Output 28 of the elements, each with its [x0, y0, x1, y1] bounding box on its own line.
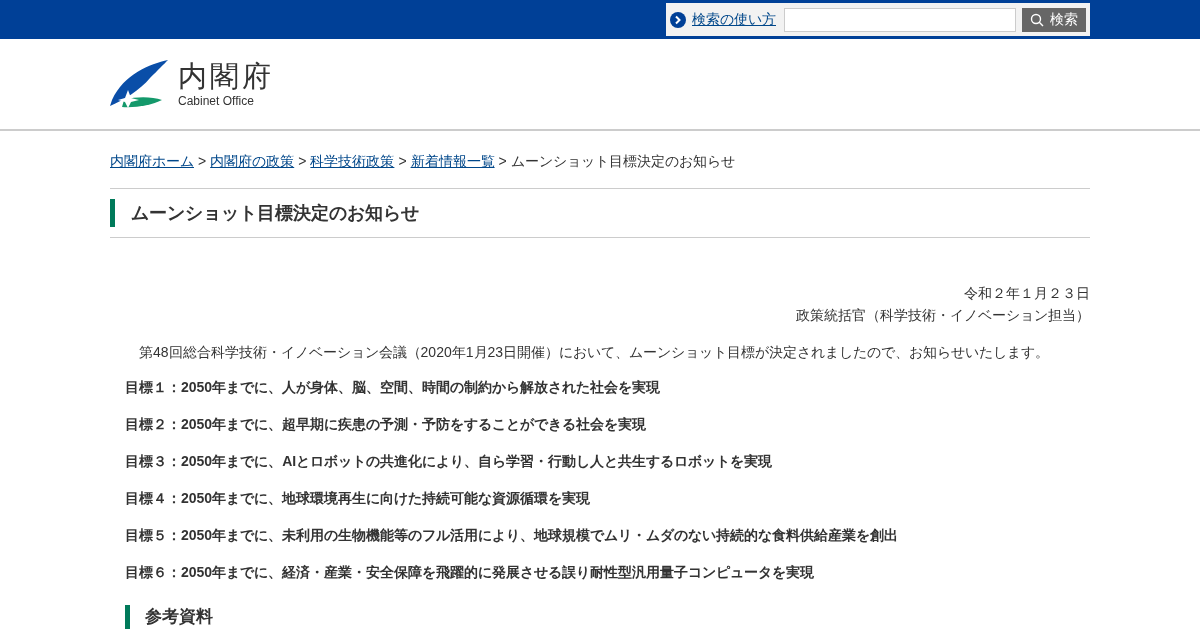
leaf-logo-icon	[110, 60, 168, 108]
search-field[interactable]	[784, 7, 1016, 32]
page-title: ムーンショット目標決定のお知らせ	[110, 199, 419, 227]
breadcrumb-link[interactable]: 新着情報一覧	[410, 153, 495, 169]
goal-item: 目標１：2050年までに、人が身体、脳、空間、時間の制約から解放された社会を実現	[125, 378, 662, 397]
search-help-link[interactable]: 検索の使い方	[692, 9, 776, 30]
goal-item: 目標５：2050年までに、未利用の生物機能等のフル活用により、地球規模でムリ・ムダのない持続的な食料供給産業を創出	[125, 526, 900, 545]
goal-item: 目標２：2050年までに、超早期に疾患の予測・予防をすることができる社会を実現	[125, 415, 648, 434]
logo-subtitle: Cabinet Office	[178, 94, 255, 107]
breadcrumb-link[interactable]: 科学技術政策	[310, 153, 395, 169]
chevron-circle-icon	[670, 11, 686, 28]
breadcrumb-separator: >	[398, 153, 407, 169]
date-text: 令和２年１月２３日	[963, 284, 1090, 303]
author-text: 政策統括官（科学技術・イノベーション担当）	[795, 306, 1090, 325]
intro-paragraph: 第48回総合科学技術・イノベーション会議（2020年1月23日開催）において、ムーンショット目標が決定されましたので、お知らせいたします。	[138, 343, 1051, 362]
breadcrumb-link[interactable]: 内閣府ホーム	[110, 153, 194, 169]
goal-item: 目標３：2050年までに、AIとロボットの共進化により、自ら学習・行動し人と共生するロボットを実現	[125, 452, 774, 471]
goal-item: 目標４：2050年までに、地球環境再生に向けた持続可能な資源循環を実現	[125, 489, 592, 508]
breadcrumb-current: ムーンショット目標決定のお知らせ	[510, 153, 735, 169]
breadcrumb-separator: >	[298, 153, 307, 169]
goal-item: 目標６：2050年までに、経済・産業・安全保障を飛躍的に発展させる誤り耐性型汎用量子コンピュータを実現	[125, 563, 816, 582]
breadcrumb-separator: >	[198, 153, 207, 169]
breadcrumb-link[interactable]: 内閣府の政策	[210, 153, 295, 169]
breadcrumb-separator: >	[498, 153, 507, 169]
search-button[interactable]: 検索	[1022, 7, 1086, 32]
section-heading: 参考資料	[125, 605, 1090, 629]
search-icon	[1030, 12, 1044, 27]
logo-title: 内閣府	[178, 61, 274, 91]
